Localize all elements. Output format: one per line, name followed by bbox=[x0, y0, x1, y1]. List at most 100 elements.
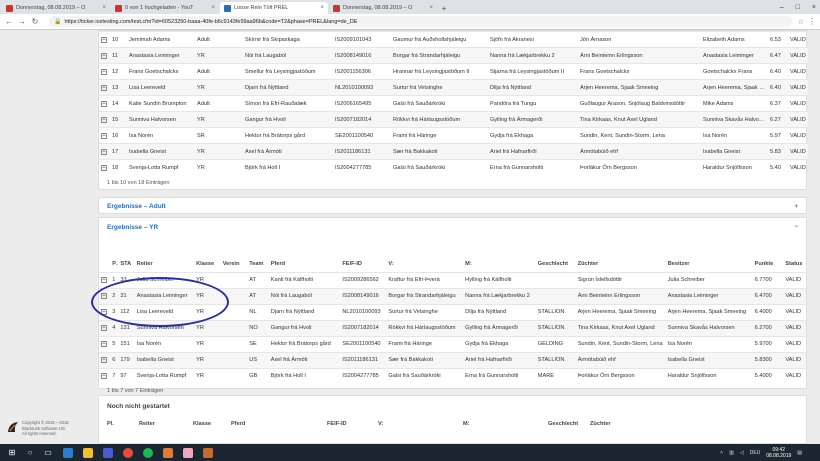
col-besitzer[interactable]: Besitzer bbox=[666, 256, 753, 272]
expand-row-icon[interactable]: + bbox=[101, 116, 107, 123]
chrome-icon[interactable] bbox=[120, 446, 136, 459]
section-adult-header[interactable]: Ergebnisse – Adult + bbox=[99, 198, 806, 215]
close-icon[interactable]: × bbox=[102, 5, 106, 11]
col-zuchter[interactable]: Züchter bbox=[576, 256, 666, 272]
url-input[interactable]: 🔒 https://ticker.icetesting.com/test.cfm… bbox=[49, 16, 792, 27]
section-yr: Ergebnisse – YR − Pl. STA Reiter Klasse … bbox=[98, 217, 807, 394]
close-icon[interactable]: × bbox=[429, 5, 433, 11]
row-expand-cell: + bbox=[99, 368, 110, 384]
expand-row-icon[interactable]: + bbox=[101, 373, 107, 380]
table-row[interactable]: +6 179 Isabella Gneist YR US Axel frá Ármóti I… bbox=[99, 352, 806, 368]
bookmark-star-icon[interactable]: ☆ bbox=[798, 18, 804, 26]
col-reiter[interactable]: Reiter bbox=[137, 416, 191, 432]
expand-row-icon[interactable]: + bbox=[101, 84, 107, 91]
app-icon[interactable] bbox=[180, 446, 196, 459]
browser-tab-1[interactable]: Donnerstag, 08.08.2019 – Ö × bbox=[2, 2, 110, 14]
forward-icon[interactable]: → bbox=[17, 17, 27, 26]
expand-row-icon[interactable]: + bbox=[101, 357, 107, 363]
expand-row-icon[interactable]: + bbox=[101, 36, 107, 43]
expand-icon[interactable]: + bbox=[794, 204, 798, 210]
task-view-icon[interactable]: ▭ bbox=[40, 446, 56, 459]
expand-row-icon[interactable]: + bbox=[101, 100, 107, 107]
table-row[interactable]: +16 Isa Norén SR Hektor frá Brátorps gård SE… bbox=[99, 127, 808, 144]
table-row[interactable]: +18 Svenja-Lotta Rumpf YR Björk frá Holl I I… bbox=[99, 159, 808, 176]
col-punkte[interactable]: Punkte bbox=[753, 256, 784, 272]
col-m[interactable]: M: bbox=[463, 256, 536, 272]
expand-row-icon[interactable]: + bbox=[101, 325, 107, 331]
language-indicator[interactable]: DEU bbox=[750, 450, 761, 456]
close-window-icon[interactable]: × bbox=[812, 4, 816, 11]
table-row[interactable]: +5 151 Isa Norén YR SE Hektor frá Brátorps gå… bbox=[99, 336, 806, 352]
expand-row-icon[interactable]: + bbox=[101, 293, 107, 299]
browser-tab-2[interactable]: 0 von 1 hochgeladen - YouT × bbox=[111, 2, 219, 14]
col-pl[interactable]: Pl. bbox=[110, 256, 118, 272]
col-pferd[interactable]: Pferd bbox=[229, 416, 325, 432]
browser-tab-4[interactable]: Donnerstag, 08.08.2019 – Ö × bbox=[329, 2, 437, 14]
col-m[interactable]: M: bbox=[461, 416, 546, 432]
expand-row-icon[interactable]: + bbox=[101, 277, 107, 283]
kebab-menu-icon[interactable]: ⋮ bbox=[808, 17, 816, 26]
col-reiter[interactable]: Reiter bbox=[135, 256, 194, 272]
cell-pl: 5 bbox=[112, 341, 116, 347]
col-zuchter[interactable]: Züchter bbox=[588, 416, 708, 432]
close-icon[interactable]: × bbox=[320, 5, 324, 11]
new-tab-button[interactable]: + bbox=[438, 2, 450, 14]
col-team[interactable]: Team bbox=[247, 256, 268, 272]
table-row[interactable]: +12 Frans Goetschalckx Adult Smellur frá Le… bbox=[99, 63, 808, 80]
notifications-icon[interactable]: ▤ bbox=[797, 450, 802, 456]
col-klasse[interactable]: Klasse bbox=[191, 416, 229, 432]
expand-row-icon[interactable]: + bbox=[101, 132, 107, 139]
reload-icon[interactable]: ↻ bbox=[30, 17, 40, 26]
maximize-icon[interactable]: □ bbox=[796, 4, 800, 11]
section-yr-header[interactable]: Ergebnisse – YR − bbox=[99, 218, 806, 236]
table-row[interactable]: +15 Sunniva Halvorsen YR Gangur frá Hvoli IS… bbox=[99, 111, 808, 128]
col-v[interactable]: V: bbox=[386, 256, 463, 272]
table-row[interactable]: +14 Katie Sundin Brumpton Adult Símon frá E… bbox=[99, 95, 808, 112]
file-explorer-icon[interactable] bbox=[80, 446, 96, 459]
col-pferd[interactable]: Pferd bbox=[269, 256, 341, 272]
col-pl[interactable]: Pl. bbox=[99, 416, 137, 432]
table-row[interactable]: +17 Isabella Gneist YR Axel frá Ármóti IS201… bbox=[99, 143, 808, 160]
edge-icon[interactable] bbox=[60, 446, 76, 459]
collapse-icon[interactable]: − bbox=[794, 224, 798, 230]
network-icon[interactable]: ▥ bbox=[729, 450, 734, 456]
search-icon[interactable]: ○ bbox=[24, 446, 36, 459]
back-icon[interactable]: ← bbox=[4, 17, 14, 26]
col-klasse[interactable]: Klasse bbox=[194, 256, 221, 272]
expand-row-icon[interactable]: + bbox=[101, 68, 107, 75]
table-row[interactable]: +10 Jemimah Adams Adult Skírnir frá Skipask… bbox=[99, 31, 808, 48]
table-row[interactable]: +3 112 Lisa Leereveld YR NL Djarn frá Nýttlan… bbox=[99, 304, 806, 320]
app-icon[interactable] bbox=[160, 446, 176, 459]
expand-row-icon[interactable]: + bbox=[101, 148, 107, 155]
col-geschlecht[interactable]: Geschlecht bbox=[546, 416, 588, 432]
expand-row-icon[interactable]: + bbox=[101, 52, 107, 59]
volume-icon[interactable]: ◁ bbox=[740, 450, 744, 456]
close-icon[interactable]: × bbox=[211, 5, 215, 11]
store-icon[interactable] bbox=[100, 446, 116, 459]
expand-row-icon[interactable]: + bbox=[101, 309, 107, 315]
browser-tab-3[interactable]: Loose Rein Tölt PREL × bbox=[220, 2, 328, 14]
table-row[interactable]: +4 131 Sunniva Halvorsen YR NO Gangur frá Hvo… bbox=[99, 320, 806, 336]
windows-start-icon[interactable]: ⊞ bbox=[4, 446, 20, 459]
table-row[interactable]: +11 Anastasia Leiminger YR Nói frá Laugaból… bbox=[99, 47, 808, 64]
chevron-up-icon[interactable]: ˄ bbox=[720, 450, 723, 456]
table-row[interactable]: +2 31 Anastasia Leiminger YR AT Nói frá Lauga… bbox=[99, 288, 806, 304]
col-feif[interactable]: FEIF-ID bbox=[340, 256, 386, 272]
col-verein[interactable]: Verein bbox=[221, 256, 248, 272]
spotify-icon[interactable] bbox=[140, 446, 156, 459]
table-row[interactable]: +13 Lisa Leereveld YR Djarn frá Nýttland NL2… bbox=[99, 79, 808, 96]
minimize-icon[interactable]: – bbox=[780, 4, 784, 11]
col-feif[interactable]: FEIF-ID bbox=[325, 416, 376, 432]
table-row[interactable]: +7 97 Svenja-Lotta Rumpf YR GB Björk frá Holl… bbox=[99, 368, 806, 384]
col-status[interactable]: Status bbox=[783, 256, 806, 272]
col-geschlecht[interactable]: Geschlecht bbox=[536, 256, 576, 272]
expand-row-icon[interactable]: + bbox=[101, 164, 107, 171]
col-sta[interactable]: STA bbox=[118, 256, 134, 272]
section-adult[interactable]: Ergebnisse – Adult + bbox=[98, 197, 807, 214]
photos-icon[interactable] bbox=[200, 446, 216, 459]
clock[interactable]: 09:42 08.08.2019 bbox=[766, 447, 791, 459]
cell-pl: 18 bbox=[112, 164, 119, 171]
table-row[interactable]: +1 33 Julia Schreiber YR AT Kanti frá Kálfhol… bbox=[99, 272, 806, 288]
col-v[interactable]: V: bbox=[376, 416, 461, 432]
expand-row-icon[interactable]: + bbox=[101, 341, 107, 347]
